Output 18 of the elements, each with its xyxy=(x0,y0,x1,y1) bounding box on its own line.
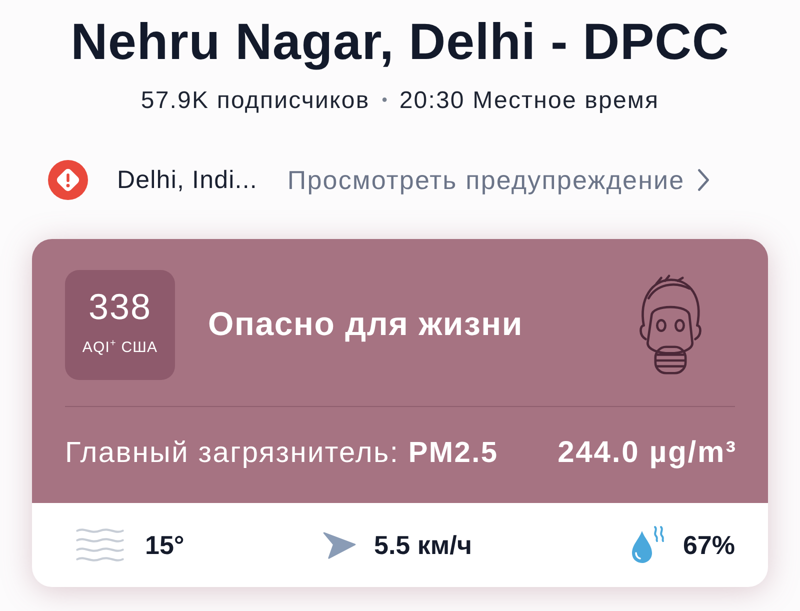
pollutant-concentration: 244.0 µg/m³ xyxy=(558,435,737,471)
wavy-lines-icon xyxy=(75,526,125,564)
station-title: Nehru Nagar, Delhi - DPCC xyxy=(70,14,730,70)
air-quality-status: Опасно для жизни xyxy=(208,305,524,344)
local-time: 20:30 Местное время xyxy=(399,86,660,116)
wind-speed: 5.5 км/ч xyxy=(374,530,472,560)
view-warning-link[interactable]: Просмотреть предупреждение xyxy=(287,164,710,196)
chevron-right-icon xyxy=(696,168,710,192)
aqi-label: AQI$^{+}$ США xyxy=(82,339,158,357)
humidity-value: 67% xyxy=(682,530,735,560)
warning-icon xyxy=(48,160,88,200)
temperature-value: 15° xyxy=(145,530,184,560)
separator-dot: • xyxy=(382,91,388,111)
arrow-icon xyxy=(323,530,356,560)
location-name: Delhi, Indi... xyxy=(117,166,258,194)
followers-count: 57.9K подписчиков xyxy=(140,86,370,116)
aqi-value: 338 xyxy=(88,287,152,327)
main-pollutant: Главный загрязнитель: PM2.5 xyxy=(65,436,498,471)
